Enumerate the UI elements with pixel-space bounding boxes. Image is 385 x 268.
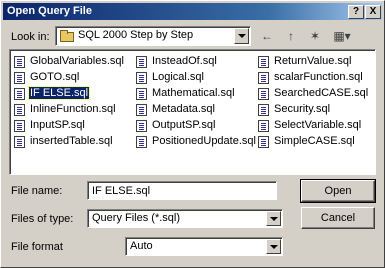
file-list-item[interactable]: Metadata.sql <box>134 102 254 118</box>
file-format-dropdown[interactable]: Auto <box>125 237 283 256</box>
file-list-item[interactable]: ReturnValue.sql <box>256 54 374 70</box>
chevron-down-icon[interactable] <box>234 28 249 44</box>
sql-file-icon <box>136 136 147 148</box>
file-list-item[interactable]: insertedTable.sql <box>12 134 132 150</box>
file-name-value: IF ELSE.sql <box>92 185 151 197</box>
sql-file-icon <box>258 56 269 68</box>
sql-file-icon <box>136 104 147 116</box>
file-list-item[interactable]: SimpleCASE.sql <box>256 134 374 150</box>
look-in-label: Look in: <box>11 31 50 43</box>
file-list-item[interactable]: OutputSP.sql <box>134 118 254 134</box>
title-bar[interactable]: Open Query File ? X <box>3 3 382 20</box>
file-name-text: InlineFunction.sql <box>30 103 116 115</box>
file-name-text: Security.sql <box>274 103 331 115</box>
close-button[interactable]: X <box>365 5 381 19</box>
sql-file-icon <box>136 56 147 68</box>
sql-file-icon <box>14 136 25 148</box>
sql-file-icon <box>258 72 269 84</box>
file-list-item[interactable]: scalarFunction.sql <box>256 70 374 86</box>
file-list[interactable]: GlobalVariables.sql GOTO.sql IF ELSE.sql In… <box>9 49 376 175</box>
chevron-down-icon[interactable] <box>266 239 281 254</box>
file-list-item[interactable]: PositionedUpdate.sql <box>134 134 256 150</box>
file-list-item[interactable]: InlineFunction.sql <box>12 102 132 118</box>
folder-icon <box>60 30 74 42</box>
file-name-text: GlobalVariables.sql <box>30 55 124 67</box>
up-folder-icon[interactable]: ↑ <box>281 27 301 45</box>
sql-file-icon <box>14 72 25 84</box>
file-name-text: SelectVariable.sql <box>274 119 362 131</box>
file-list-item[interactable]: GlobalVariables.sql <box>12 54 132 70</box>
file-format-label: File format <box>11 241 63 253</box>
sql-file-icon <box>258 120 269 132</box>
file-format-value: Auto <box>130 240 153 252</box>
file-list-item[interactable]: Logical.sql <box>134 70 254 86</box>
file-name-text: scalarFunction.sql <box>274 71 363 83</box>
file-column-3: ReturnValue.sql scalarFunction.sql Searche… <box>256 54 374 150</box>
file-list-item[interactable]: Security.sql <box>256 102 374 118</box>
file-name-input[interactable]: IF ELSE.sql <box>87 181 277 200</box>
sql-file-icon <box>14 120 25 132</box>
open-query-file-dialog: Open Query File ? X Look in: SQL 2000 St… <box>0 0 385 268</box>
file-list-item[interactable]: IF ELSE.sql <box>12 86 132 102</box>
file-name-label: File name: <box>11 185 63 197</box>
file-name-text: InsteadOf.sql <box>152 55 217 67</box>
file-name-text: OutputSP.sql <box>152 119 216 131</box>
file-name-text: insertedTable.sql <box>30 135 113 147</box>
file-list-item[interactable]: InputSP.sql <box>12 118 132 134</box>
file-list-item[interactable]: GOTO.sql <box>12 70 132 86</box>
sql-file-icon <box>14 104 25 116</box>
file-list-item[interactable]: Mathematical.sql <box>134 86 254 102</box>
file-list-item[interactable]: SelectVariable.sql <box>256 118 374 134</box>
files-of-type-value: Query Files (*.sql) <box>92 212 181 224</box>
file-column-1: GlobalVariables.sql GOTO.sql IF ELSE.sql In… <box>12 54 132 150</box>
sql-file-icon <box>14 88 25 100</box>
file-name-text: PositionedUpdate.sql <box>152 135 256 147</box>
file-name-text: SimpleCASE.sql <box>274 135 355 147</box>
look-in-dropdown[interactable]: SQL 2000 Step by Step <box>55 26 251 46</box>
sql-file-icon <box>14 56 25 68</box>
file-name-text: GOTO.sql <box>30 71 80 83</box>
file-name-text: Mathematical.sql <box>152 87 235 99</box>
file-column-2: InsteadOf.sql Logical.sql Mathematical.sql… <box>134 54 256 150</box>
file-name-text: SearchedCASE.sql <box>274 87 369 99</box>
cancel-button[interactable]: Cancel <box>301 207 375 229</box>
file-list-item[interactable]: InsteadOf.sql <box>134 54 254 70</box>
help-button[interactable]: ? <box>348 5 364 19</box>
views-menu-icon[interactable]: ▦▾ <box>329 27 355 45</box>
sql-file-icon <box>258 88 269 100</box>
chevron-down-icon[interactable] <box>266 211 281 226</box>
new-folder-icon[interactable]: ✶ <box>305 27 325 45</box>
sql-file-icon <box>258 104 269 116</box>
open-button[interactable]: Open <box>300 179 376 203</box>
back-icon[interactable]: ← <box>257 27 277 45</box>
file-list-item[interactable]: SearchedCASE.sql <box>256 86 374 102</box>
file-name-text: Metadata.sql <box>152 103 215 115</box>
file-name-text: Logical.sql <box>152 71 204 83</box>
files-of-type-dropdown[interactable]: Query Files (*.sql) <box>87 209 283 228</box>
file-name-text: InputSP.sql <box>30 119 85 131</box>
sql-file-icon <box>136 88 147 100</box>
file-name-text: ReturnValue.sql <box>274 55 352 67</box>
sql-file-icon <box>258 136 269 148</box>
file-name-text: IF ELSE.sql <box>27 86 91 100</box>
sql-file-icon <box>136 72 147 84</box>
look-in-value: SQL 2000 Step by Step <box>78 29 194 41</box>
sql-file-icon <box>136 120 147 132</box>
window-title: Open Query File <box>7 5 92 17</box>
files-of-type-label: Files of type: <box>11 213 74 225</box>
